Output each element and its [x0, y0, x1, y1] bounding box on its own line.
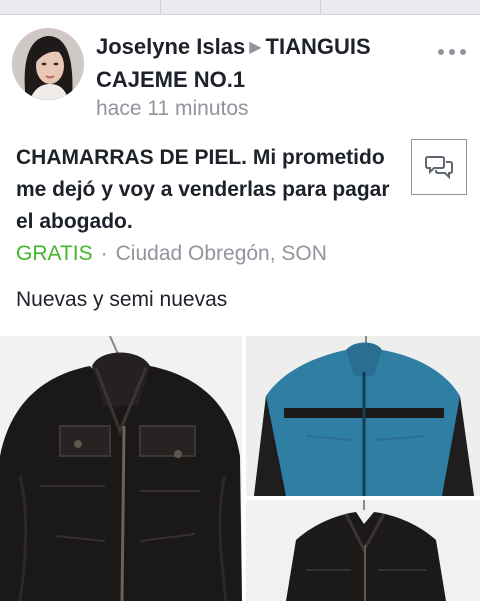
listing-photo[interactable]: [246, 336, 480, 496]
top-bar-divider: [320, 0, 321, 14]
message-icon: [425, 156, 453, 180]
top-bar: [0, 0, 480, 15]
post-timestamp[interactable]: hace 11 minutos: [96, 97, 249, 121]
arrow-right-icon: ▶: [249, 39, 262, 56]
listing-photo[interactable]: [246, 500, 480, 601]
listing-description: Nuevas y semi nuevas: [16, 288, 228, 311]
more-options-icon[interactable]: [434, 40, 470, 64]
listing-meta: GRATIS · Ciudad Obregón, SON: [16, 242, 327, 266]
avatar[interactable]: [12, 28, 84, 100]
message-seller-button[interactable]: [411, 139, 467, 195]
black-jacket-photo: [0, 336, 242, 601]
avatar-photo: [12, 28, 84, 100]
listing-title: CHAMARRAS DE PIEL. Mi prometido me dejó …: [16, 146, 390, 233]
author-name[interactable]: Joselyne Islas: [96, 34, 245, 59]
blue-jacket-photo: [246, 336, 480, 496]
meta-separator: ·: [100, 242, 108, 265]
post-header: Joselyne Islas ▶ TIANGUIS CAJEME NO.1: [96, 31, 426, 96]
black-jacket-2-photo: [246, 500, 480, 601]
price-label: GRATIS: [16, 242, 93, 265]
location-label[interactable]: Ciudad Obregón, SON: [116, 242, 327, 265]
listing-photo[interactable]: [0, 336, 242, 601]
top-bar-divider: [160, 0, 161, 14]
